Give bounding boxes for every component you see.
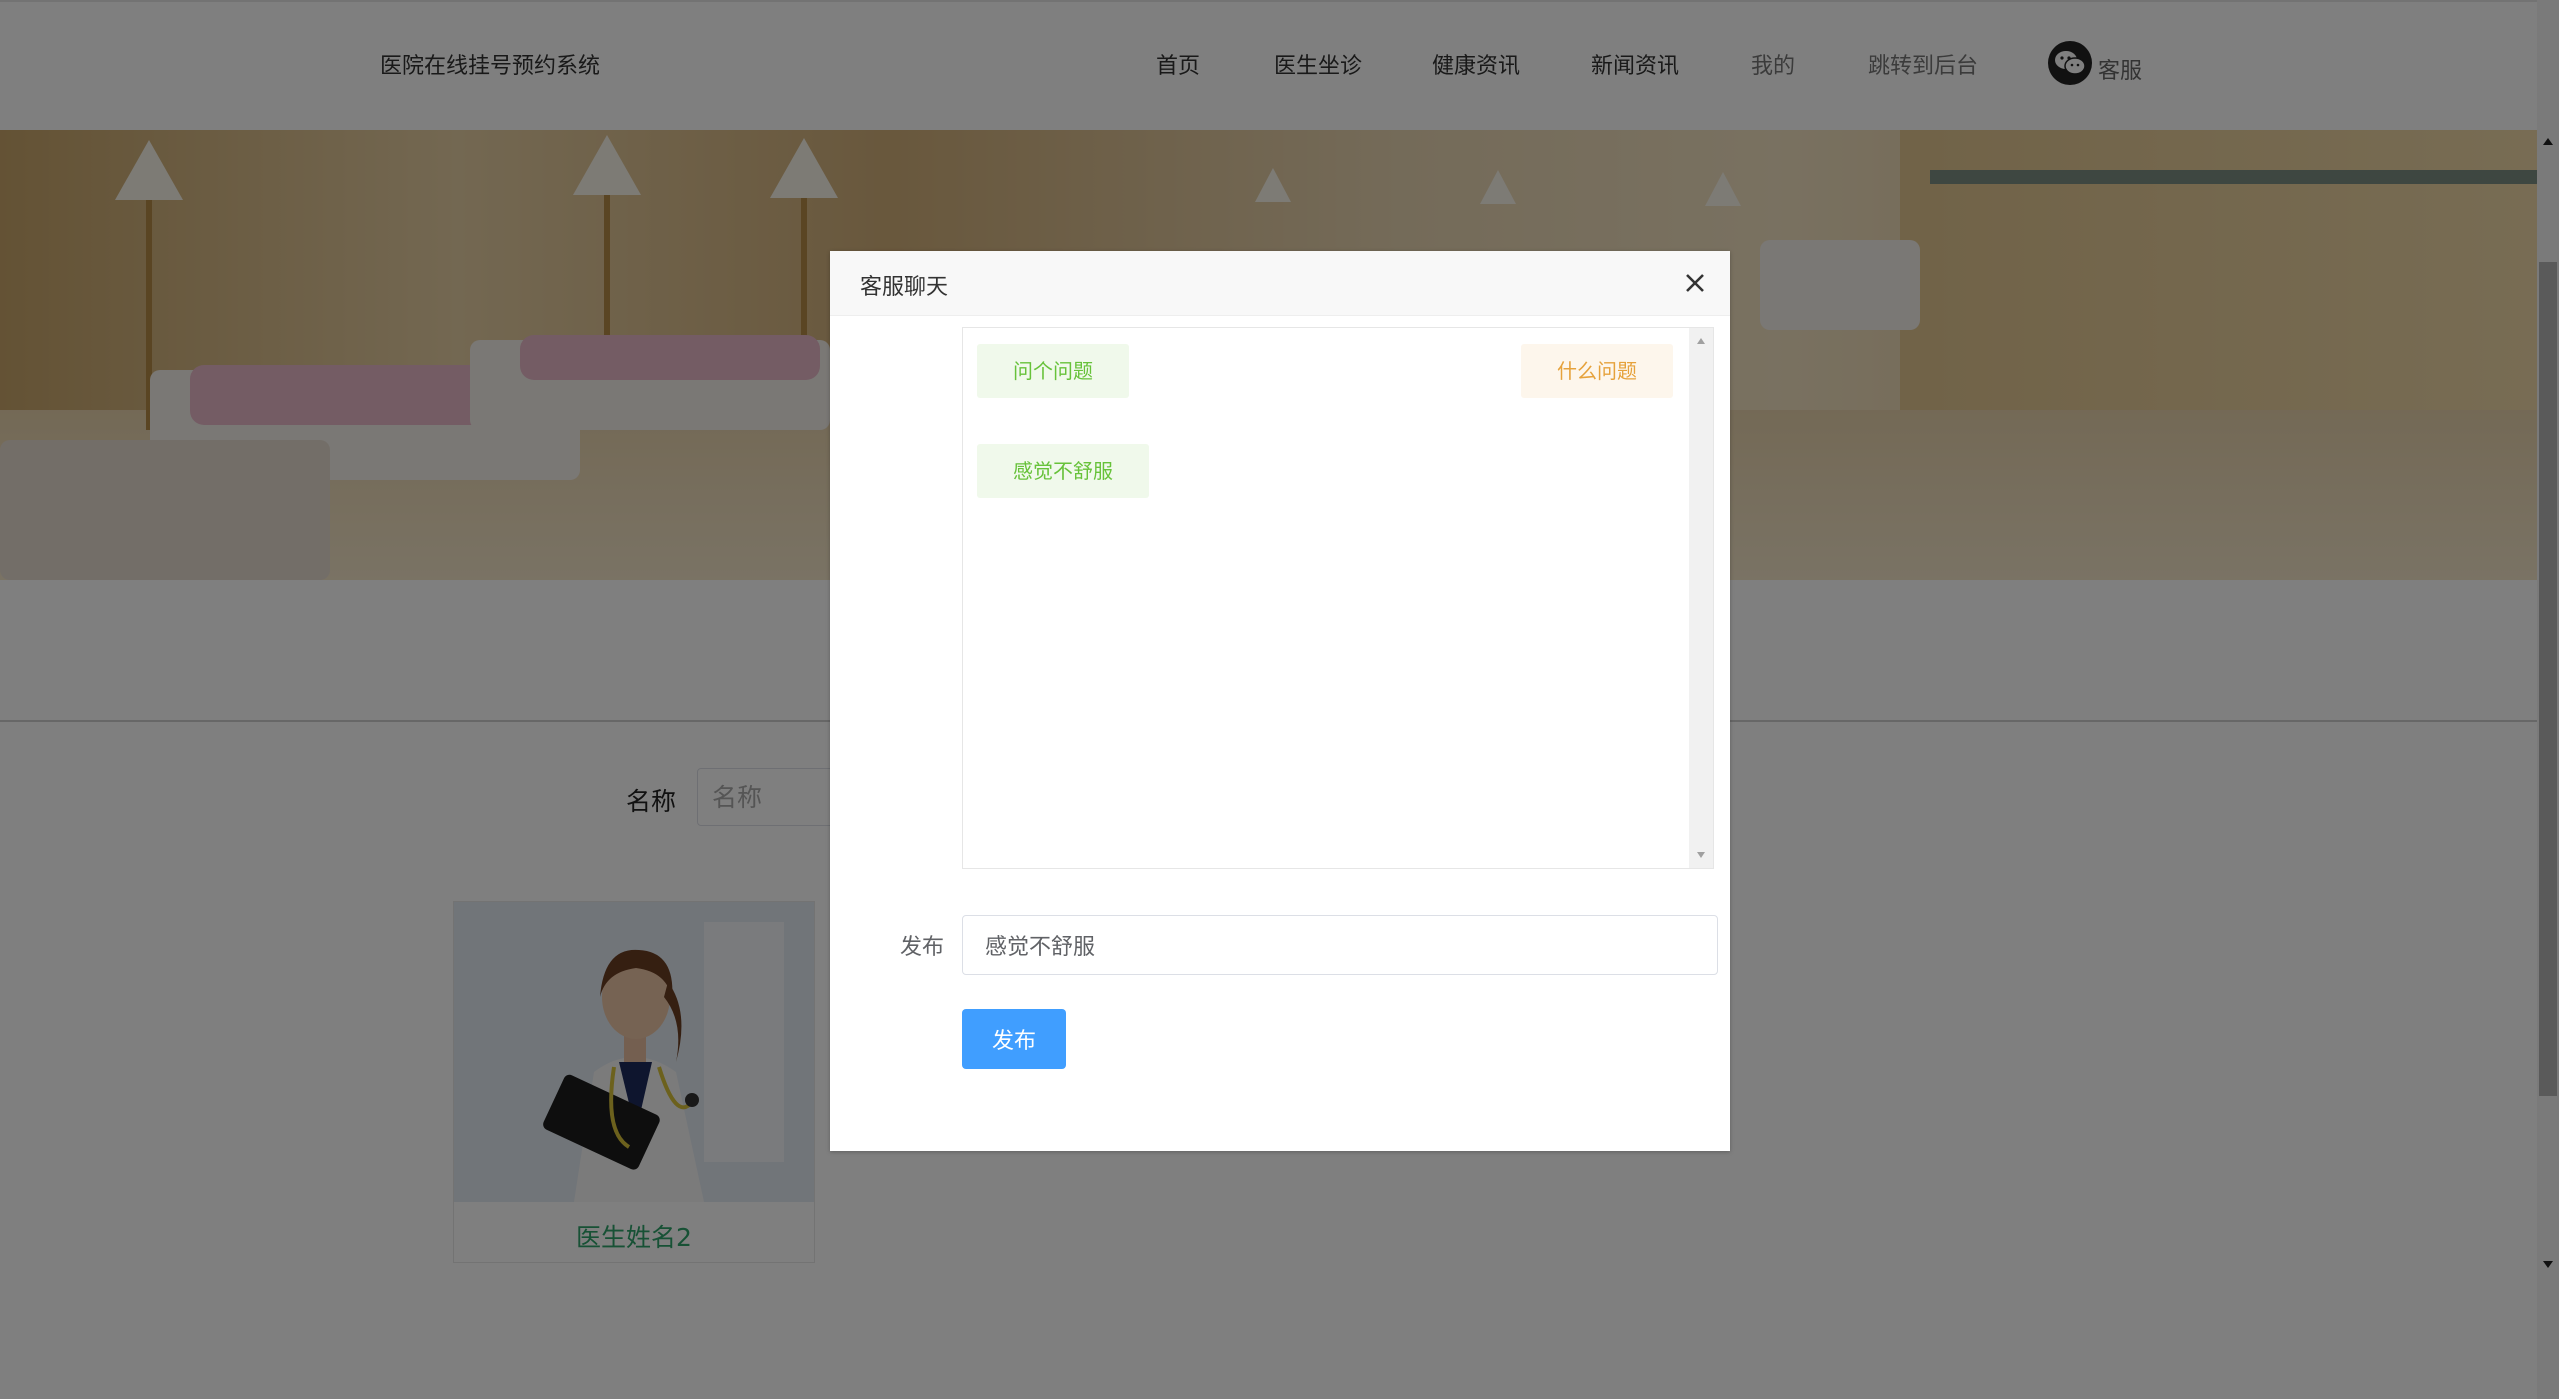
scrollbar-thumb[interactable] — [2539, 262, 2557, 1096]
page-scrollbar[interactable] — [2537, 0, 2559, 1399]
chat-message-user: 问个问题 — [977, 344, 1129, 398]
publish-label: 发布 — [900, 935, 945, 960]
scroll-down-icon[interactable] — [2543, 1261, 2553, 1268]
close-icon[interactable] — [1682, 270, 1708, 296]
dialog-header: 客服聊天 — [830, 251, 1730, 316]
chat-scrollbar[interactable] — [1689, 328, 1713, 868]
message-input[interactable] — [962, 915, 1718, 975]
chat-message-list[interactable]: 问个问题 什么问题 感觉不舒服 — [962, 327, 1714, 869]
chat-dialog: 客服聊天 问个问题 什么问题 感觉不舒服 发布 发布 — [830, 251, 1730, 1151]
chat-scroll-down-icon[interactable] — [1697, 852, 1705, 858]
chat-message-user: 感觉不舒服 — [977, 444, 1149, 498]
scroll-up-icon[interactable] — [2543, 138, 2553, 145]
publish-button[interactable]: 发布 — [962, 1009, 1066, 1069]
chat-scroll-up-icon[interactable] — [1697, 338, 1705, 344]
chat-message-staff: 什么问题 — [1521, 344, 1673, 398]
dialog-title: 客服聊天 — [860, 275, 949, 300]
